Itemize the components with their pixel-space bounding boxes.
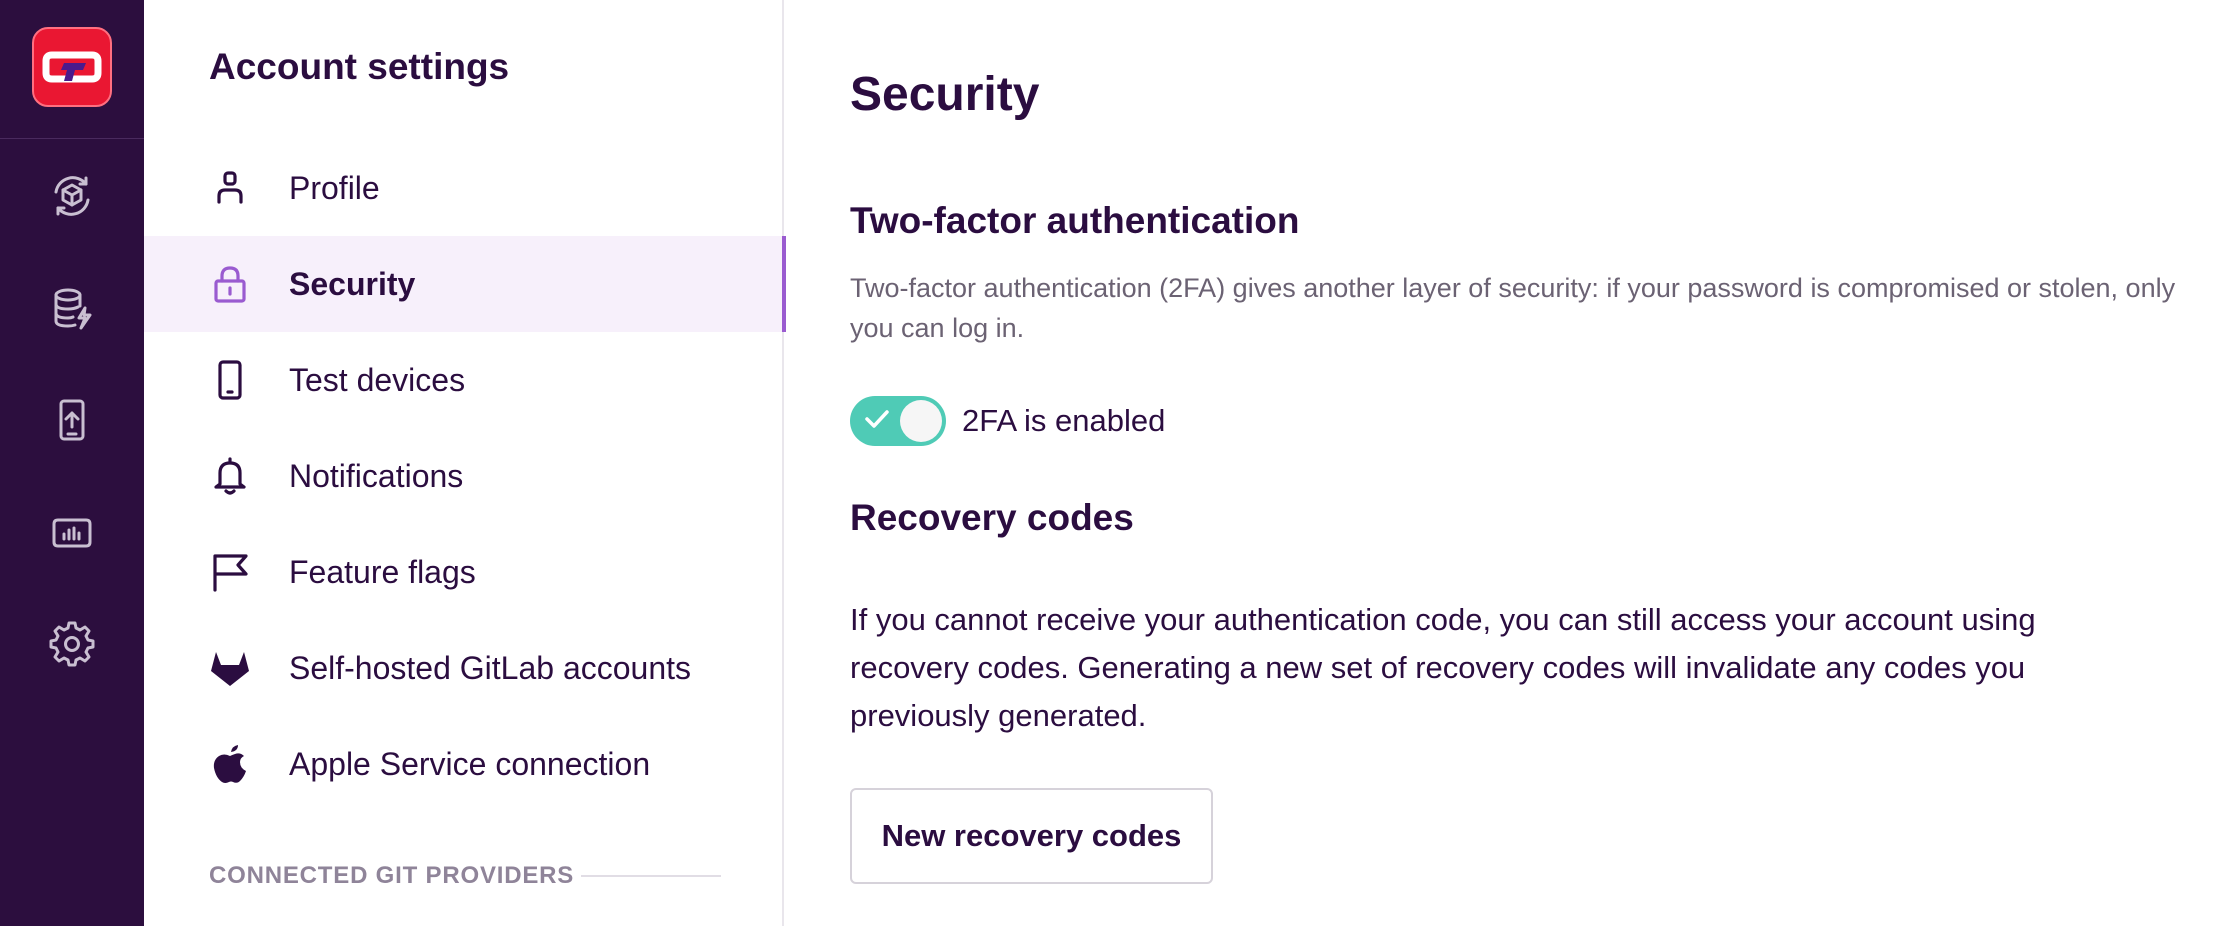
- sidebar-item-notifications[interactable]: Notifications: [144, 428, 784, 524]
- twofa-description: Two-factor authentication (2FA) gives an…: [850, 273, 2176, 343]
- sidebar-item-label: Test devices: [289, 361, 466, 398]
- twofa-toggle[interactable]: [850, 396, 946, 446]
- sidebar-item-label: Notifications: [289, 457, 464, 494]
- sidebar-item-label: Feature flags: [289, 553, 476, 590]
- settings-title: Account settings: [209, 46, 510, 87]
- bell-icon: [208, 454, 252, 498]
- sidebar-item-label: Self-hosted GitLab accounts: [289, 649, 692, 686]
- phone-icon: [208, 358, 252, 402]
- rail-logo-area: [0, 0, 144, 139]
- sidebar-item-test-devices[interactable]: Test devices: [144, 332, 784, 428]
- rail-distribution-button[interactable]: [40, 388, 104, 452]
- recovery-description: If you cannot receive your authenticatio…: [850, 602, 2036, 733]
- sidebar-item-label: Apple Service connection: [289, 745, 651, 782]
- sidebar-item-label: Profile: [289, 169, 380, 206]
- check-icon: [865, 410, 889, 428]
- sidebar-item-feature-flags[interactable]: Feature flags: [144, 524, 784, 620]
- flag-icon: [208, 550, 252, 594]
- sidebar-item-apple[interactable]: Apple Service connection: [144, 716, 784, 812]
- twofa-toggle-label: 2FA is enabled: [962, 403, 1166, 438]
- sidebar-item-security[interactable]: Security: [144, 236, 786, 332]
- gitlab-icon: [208, 646, 252, 690]
- gear-icon: [49, 621, 95, 667]
- section-divider: [581, 875, 721, 877]
- toggle-knob: [900, 400, 942, 442]
- section-label-git-providers: CONNECTED GIT PROVIDERS: [209, 862, 575, 889]
- database-lightning-icon: [54, 288, 92, 330]
- app-icon-rail: [0, 0, 144, 926]
- dashboard-chart-icon: [52, 518, 92, 548]
- codemagic-logo-icon[interactable]: [32, 27, 112, 107]
- rail-settings-button[interactable]: [40, 612, 104, 676]
- rail-integrations-button[interactable]: [40, 276, 104, 340]
- apple-icon: [208, 742, 252, 786]
- recovery-heading: Recovery codes: [850, 497, 1134, 538]
- rail-builds-button[interactable]: [40, 164, 104, 228]
- sidebar-item-label: Security: [289, 265, 416, 302]
- phone-upload-icon: [59, 399, 85, 441]
- page-title: Security: [850, 68, 1040, 121]
- builds-cube-icon: [54, 176, 90, 216]
- sidebar-item-gitlab[interactable]: Self-hosted GitLab accounts: [144, 620, 784, 716]
- settings-sidebar: Account settings Profile Security Test d…: [144, 0, 786, 926]
- twofa-heading: Two-factor authentication: [850, 200, 1300, 241]
- sidebar-item-profile[interactable]: Profile: [144, 140, 784, 236]
- main-content: Security Two-factor authentication Two-f…: [786, 0, 2236, 926]
- lock-icon: [208, 262, 252, 306]
- new-recovery-codes-button[interactable]: New recovery codes: [850, 788, 1213, 884]
- rail-insights-button[interactable]: [40, 500, 104, 564]
- twofa-toggle-row: 2FA is enabled: [850, 396, 1165, 446]
- user-icon: [208, 166, 252, 210]
